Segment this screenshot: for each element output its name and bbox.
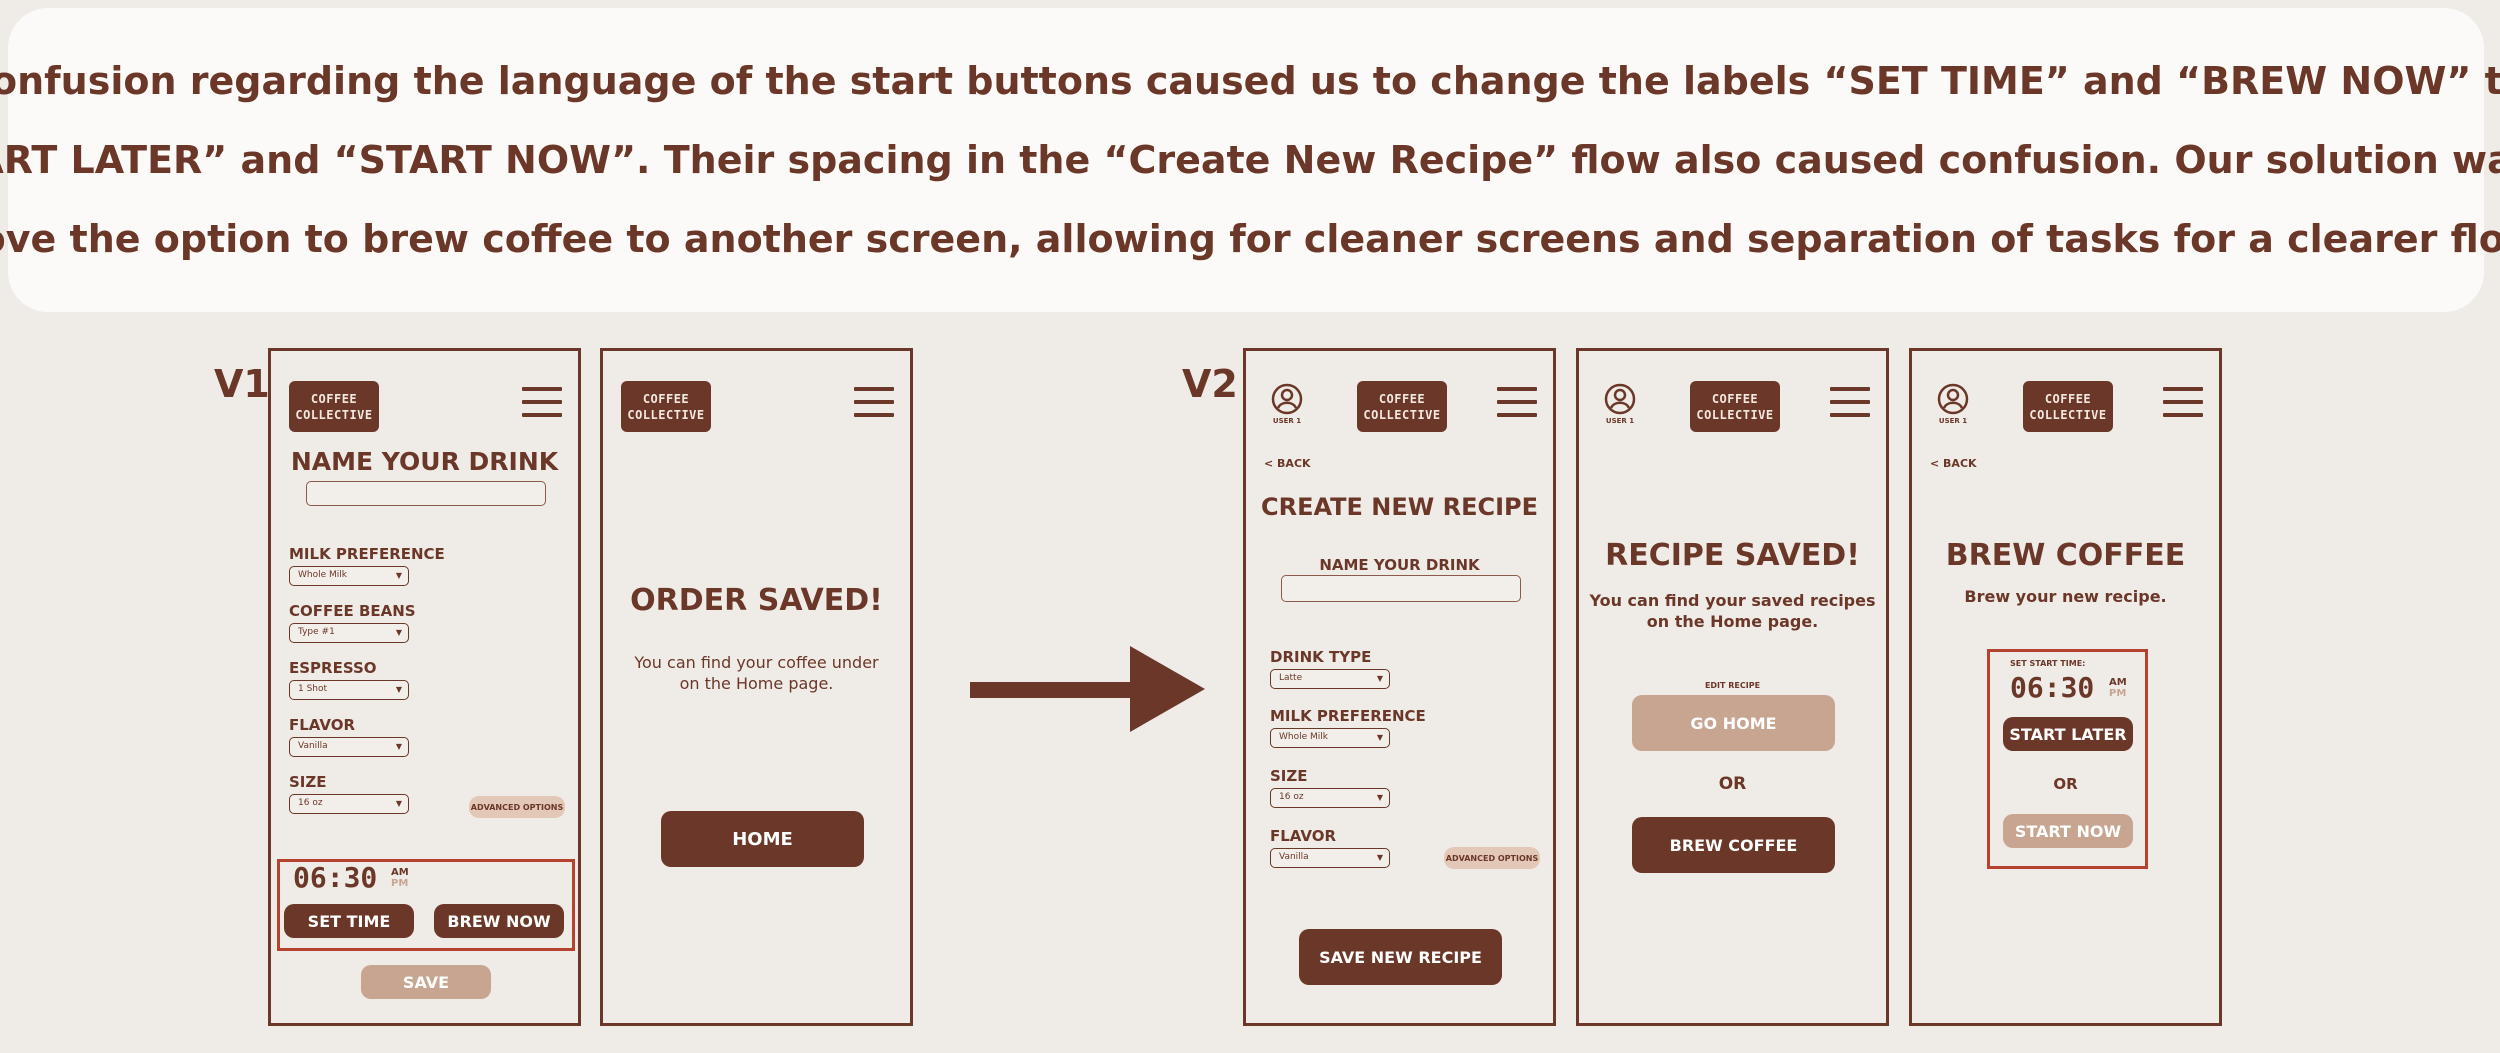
banner-line-3: move the option to brew coffee to anothe… [0,216,2500,261]
description-banner: Confusion regarding the language of the … [0,8,2500,312]
logo[interactable]: COFFEE COLLECTIVE [289,381,379,432]
milk-select[interactable]: Whole Milk ▼ [289,566,409,586]
logo[interactable]: COFFEE COLLECTIVE [2023,381,2113,432]
flavor-select[interactable]: Vanilla ▼ [289,737,409,757]
logo[interactable]: COFFEE COLLECTIVE [1357,381,1447,432]
time-display[interactable]: 06:30 [2010,671,2094,704]
brew-now-button[interactable]: BREW NOW [434,904,564,938]
v1-screen-order-saved: COFFEE COLLECTIVE ORDER SAVED! You can f… [600,348,913,1026]
start-now-button[interactable]: START NOW [2003,814,2133,848]
user-icon [1937,383,1969,415]
order-saved-title: ORDER SAVED! [630,583,883,618]
brew-coffee-title: BREW COFFEE [1945,538,2186,573]
logo[interactable]: COFFEE COLLECTIVE [621,381,711,432]
recipe-saved-desc-2: on the Home page. [1646,612,1819,631]
chevron-down-icon: ▼ [1376,793,1383,802]
set-time-button[interactable]: SET TIME [284,904,414,938]
drink-type-label: DRINK TYPE [1270,648,1372,666]
recipe-saved-desc-1: You can find your saved recipes [1589,591,1876,610]
advanced-options-button[interactable]: ADVANCED OPTIONS [1444,847,1540,869]
menu-icon[interactable] [522,387,562,417]
milk-label: MILK PREFERENCE [289,545,445,563]
size-select[interactable]: 16 oz ▼ [289,794,409,814]
user-avatar[interactable]: USER 1 [1936,383,1970,425]
v2-screen-brew-coffee: USER 1 COFFEE COLLECTIVE < BACK BREW COF… [1909,348,2222,1026]
back-link[interactable]: < BACK [1264,457,1311,470]
chevron-down-icon: ▼ [395,628,402,637]
am-pm-toggle[interactable]: AM PM [391,867,409,889]
v2-screen-create-recipe: USER 1 COFFEE COLLECTIVE < BACK CREATE N… [1243,348,1556,1026]
banner-line-2: “START LATER” and “START NOW”. Their spa… [0,137,2500,182]
chevron-down-icon: ▼ [395,685,402,694]
set-start-time-label: SET START TIME: [2010,659,2086,668]
save-button[interactable]: SAVE [361,965,491,999]
order-saved-desc-1: You can find your coffee under [634,653,879,672]
drink-name-input[interactable] [306,481,546,506]
v1-label: V1 [214,362,270,406]
v2-screen-recipe-saved: USER 1 COFFEE COLLECTIVE RECIPE SAVED! Y… [1576,348,1889,1026]
milk-label: MILK PREFERENCE [1270,707,1426,725]
start-later-button[interactable]: START LATER [2003,717,2133,751]
chevron-down-icon: ▼ [1376,674,1383,683]
user-icon [1604,383,1636,415]
advanced-options-button[interactable]: ADVANCED OPTIONS [469,796,565,818]
name-drink-label: NAME YOUR DRINK [1319,556,1480,574]
chevron-down-icon: ▼ [395,742,402,751]
brew-coffee-button[interactable]: BREW COFFEE [1632,817,1835,873]
user-icon [1271,383,1303,415]
v1-screen-name-drink: COFFEE COLLECTIVE NAME YOUR DRINK MILK P… [268,348,581,1026]
menu-icon[interactable] [2163,387,2203,417]
menu-icon[interactable] [1830,387,1870,417]
home-button[interactable]: HOME [661,811,864,867]
menu-icon[interactable] [1497,387,1537,417]
go-home-button[interactable]: GO HOME [1632,695,1835,751]
drink-type-select[interactable]: Latte ▼ [1270,669,1390,689]
size-label: SIZE [289,773,327,791]
or-divider: OR [1718,774,1747,794]
back-link[interactable]: < BACK [1930,457,1977,470]
am-pm-toggle[interactable]: AM PM [2109,677,2127,699]
order-saved-desc-2: on the Home page. [679,674,834,693]
banner-line-1: Confusion regarding the language of the … [0,58,2500,103]
beans-label: COFFEE BEANS [289,602,416,620]
right-arrow-icon [970,646,1205,732]
size-select[interactable]: 16 oz ▼ [1270,788,1390,808]
save-new-recipe-button[interactable]: SAVE NEW RECIPE [1299,929,1502,985]
user-avatar[interactable]: USER 1 [1603,383,1637,425]
beans-select[interactable]: Type #1 ▼ [289,623,409,643]
chevron-down-icon: ▼ [395,571,402,580]
or-divider: OR [2053,775,2078,793]
flavor-select[interactable]: Vanilla ▼ [1270,848,1390,868]
page-title: NAME YOUR DRINK [290,447,559,476]
user-avatar[interactable]: USER 1 [1270,383,1304,425]
chevron-down-icon: ▼ [1376,733,1383,742]
edit-recipe-link[interactable]: EDIT RECIPE [1579,681,1886,690]
flavor-label: FLAVOR [289,716,356,734]
logo[interactable]: COFFEE COLLECTIVE [1690,381,1780,432]
recipe-saved-title: RECIPE SAVED! [1605,538,1860,573]
espresso-select[interactable]: 1 Shot ▼ [289,680,409,700]
flavor-label: FLAVOR [1270,827,1337,845]
chevron-down-icon: ▼ [395,799,402,808]
milk-select[interactable]: Whole Milk ▼ [1270,728,1390,748]
time-display[interactable]: 06:30 [293,861,377,894]
drink-name-input[interactable] [1281,575,1521,602]
menu-icon[interactable] [854,387,894,417]
page-title: CREATE NEW RECIPE [1260,493,1539,521]
size-label: SIZE [1270,767,1308,785]
v2-label: V2 [1182,362,1238,406]
espresso-label: ESPRESSO [289,659,377,677]
brew-subtitle: Brew your new recipe. [1964,587,2167,606]
chevron-down-icon: ▼ [1376,853,1383,862]
